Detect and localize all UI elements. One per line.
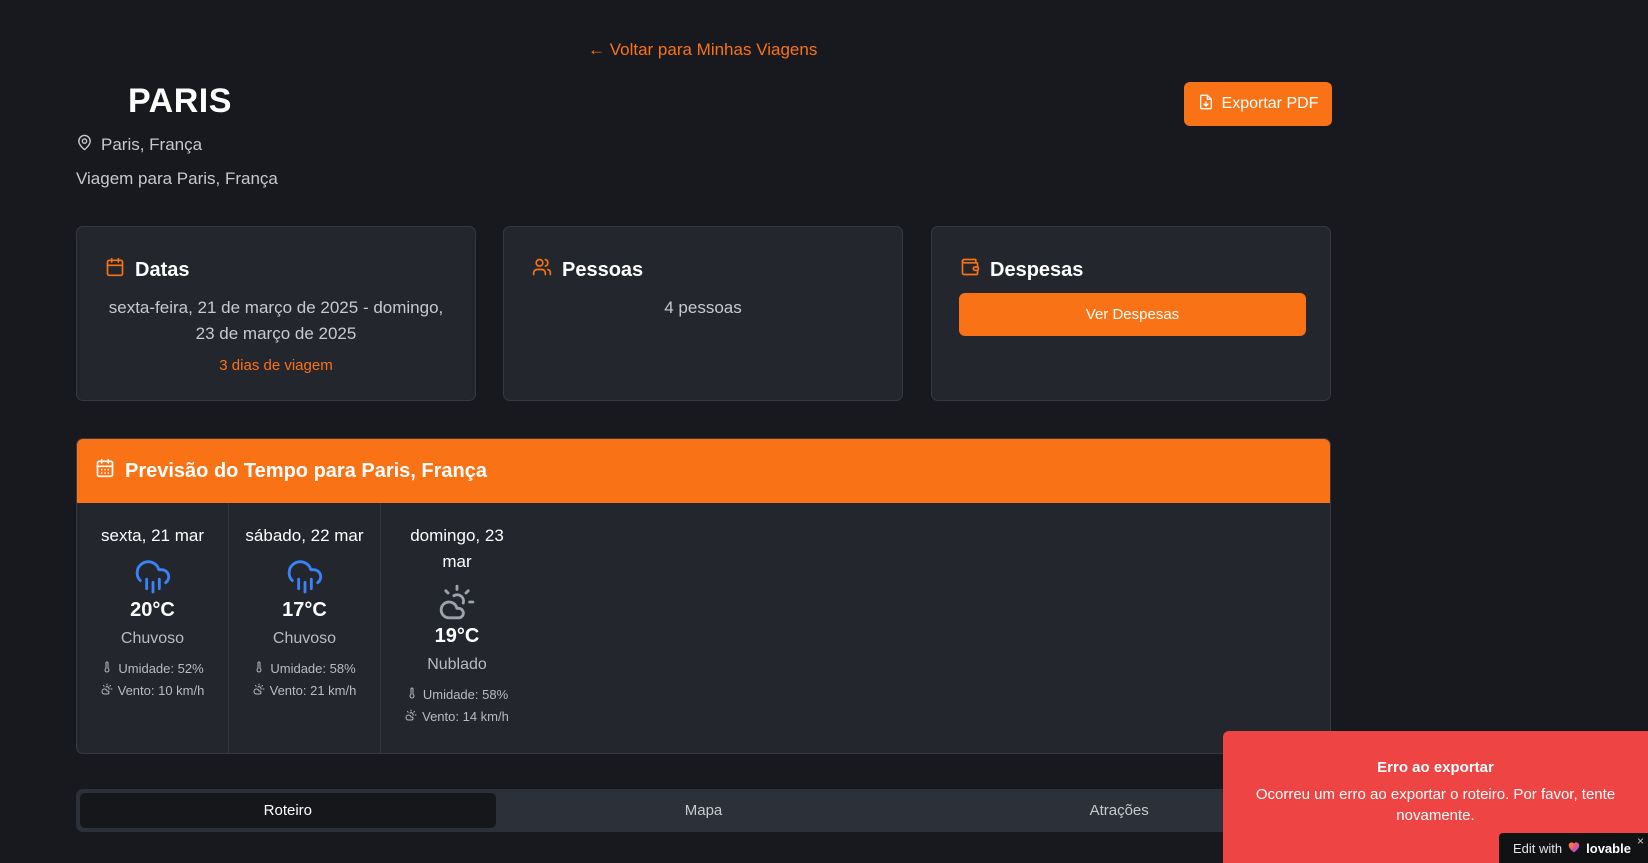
- export-pdf-button[interactable]: Exportar PDF: [1184, 82, 1332, 126]
- weather-day-temperature: 19°C: [434, 625, 480, 647]
- wallet-icon: [960, 257, 980, 283]
- wind-icon: [405, 706, 417, 728]
- dates-card-header: Datas: [105, 257, 189, 283]
- tab-mapa[interactable]: Mapa: [496, 793, 912, 828]
- trip-location: Paris, França: [76, 134, 202, 156]
- weather-day-temperature: 17°C: [282, 599, 327, 621]
- thermometer-icon: [406, 684, 418, 706]
- humidity-label: Umidade: 58%: [422, 687, 509, 702]
- wind-icon: [101, 680, 113, 702]
- people-card-header: Pessoas: [532, 257, 643, 283]
- file-download-icon: [1198, 94, 1214, 115]
- weather-day-condition: Nublado: [427, 656, 487, 673]
- expenses-card-title: Despesas: [990, 258, 1084, 281]
- badge-prefix: Edit with: [1513, 840, 1563, 856]
- weather-day-date: domingo, 23 mar: [410, 526, 504, 571]
- weather-day-condition: Chuvoso: [120, 630, 185, 647]
- rain-cloud-icon: [286, 557, 324, 595]
- weather-day: sábado, 22 mar 17°C Chuvoso Umidade: 58%…: [229, 503, 381, 753]
- calendar-icon: [105, 257, 125, 283]
- dates-card: Datas sexta-feira, 21 de março de 2025 -…: [76, 226, 476, 401]
- map-pin-icon: [76, 134, 93, 156]
- back-to-trips-link[interactable]: ← Voltar para Minhas Viagens: [588, 40, 817, 60]
- toast-title: Erro ao exportar: [1377, 759, 1494, 776]
- trip-duration: 3 dias de viagem: [219, 357, 333, 374]
- thermometer-icon: [101, 658, 113, 680]
- weather-day-date: sábado, 22 mar: [245, 526, 364, 545]
- dates-card-title: Datas: [135, 258, 190, 281]
- calendar-icon: [95, 458, 115, 484]
- location-label: Paris, França: [101, 135, 203, 154]
- weather-day: domingo, 23 mar 19°C Nublado Umidade: 58…: [381, 503, 533, 753]
- wind-row: Vento: 10 km/h: [77, 680, 228, 702]
- humidity-row: Umidade: 52%: [77, 658, 228, 680]
- people-count: 4 pessoas: [664, 298, 742, 317]
- expenses-card: Despesas Ver Despesas: [931, 226, 1331, 401]
- thermometer-icon: [253, 658, 265, 680]
- wind-icon: [253, 680, 265, 702]
- weather-day-temperature: 20°C: [130, 599, 175, 621]
- edit-with-lovable-badge[interactable]: Edit with lovable ×: [1499, 833, 1648, 863]
- weather-day-date: sexta, 21 mar: [101, 526, 204, 545]
- weather-day-details: Umidade: 58% Vento: 21 km/h: [229, 658, 380, 702]
- wind-row: Vento: 21 km/h: [229, 680, 380, 702]
- expenses-card-header: Despesas: [960, 257, 1083, 283]
- wind-row: Vento: 14 km/h: [381, 706, 533, 728]
- trip-description: Viagem para Paris, França: [76, 169, 278, 188]
- weather-day-details: Umidade: 58% Vento: 14 km/h: [381, 684, 533, 728]
- weather-header: Previsão do Tempo para Paris, França: [77, 439, 1330, 503]
- badge-brand: lovable: [1586, 840, 1631, 856]
- rain-cloud-icon: [134, 557, 172, 595]
- weather-days: sexta, 21 mar 20°C Chuvoso Umidade: 52% …: [77, 503, 1330, 753]
- trip-tabs: Roteiro Mapa Atrações: [76, 789, 1331, 832]
- heart-icon: [1567, 840, 1581, 856]
- weather-title: Previsão do Tempo para Paris, França: [125, 459, 487, 482]
- partly-cloudy-icon: [438, 583, 476, 621]
- tab-roteiro[interactable]: Roteiro: [80, 793, 496, 828]
- users-icon: [532, 257, 552, 283]
- date-range: sexta-feira, 21 de março de 2025 - domin…: [108, 298, 444, 343]
- weather-forecast-panel: Previsão do Tempo para Paris, França sex…: [76, 438, 1331, 754]
- humidity-row: Umidade: 58%: [229, 658, 380, 680]
- page-title: PARIS: [128, 82, 232, 120]
- humidity-label: Umidade: 52%: [118, 661, 204, 676]
- export-pdf-label: Exportar PDF: [1221, 95, 1319, 112]
- toast-message: Ocorreu um erro ao exportar o roteiro. P…: [1255, 786, 1616, 824]
- close-icon[interactable]: ×: [1637, 834, 1644, 848]
- weather-day-condition: Chuvoso: [272, 630, 337, 647]
- wind-label: Vento: 14 km/h: [422, 709, 509, 724]
- humidity-label: Umidade: 58%: [270, 661, 356, 676]
- weather-day-details: Umidade: 52% Vento: 10 km/h: [77, 658, 228, 702]
- wind-label: Vento: 21 km/h: [269, 683, 357, 698]
- view-expenses-button[interactable]: Ver Despesas: [959, 293, 1306, 336]
- humidity-row: Umidade: 58%: [381, 684, 533, 706]
- weather-day: sexta, 21 mar 20°C Chuvoso Umidade: 52% …: [77, 503, 229, 753]
- people-card-title: Pessoas: [562, 258, 644, 281]
- people-card: Pessoas 4 pessoas: [503, 226, 903, 401]
- wind-label: Vento: 10 km/h: [117, 683, 205, 698]
